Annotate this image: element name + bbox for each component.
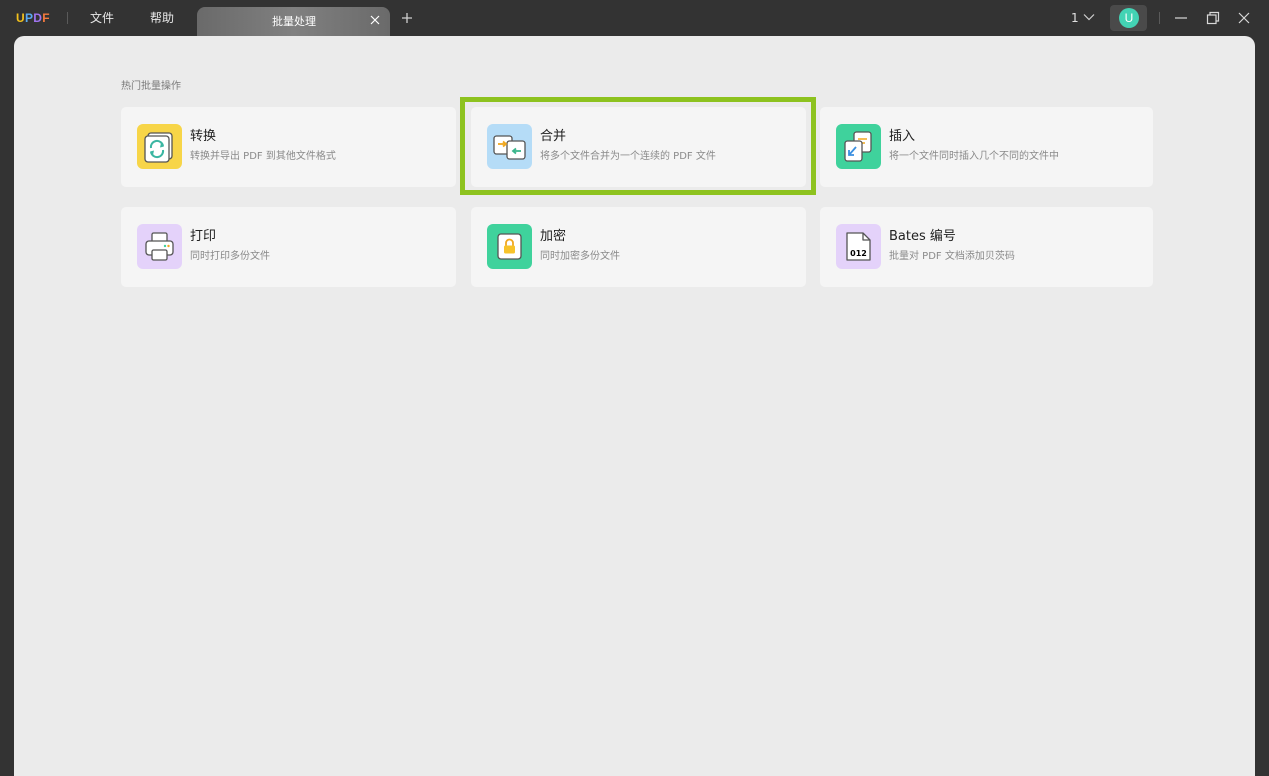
batch-content: 热门批量操作 转换 转换并导出 PDF 到其他文件格式 合并 将多个文件合并为一…: [14, 36, 1255, 776]
divider: [1159, 12, 1160, 24]
insert-icon: [836, 124, 881, 169]
bates-number-icon: 012: [836, 224, 881, 269]
account-button[interactable]: U: [1110, 5, 1147, 31]
card-description: 批量对 PDF 文档添加贝茨码: [889, 251, 1015, 262]
card-convert[interactable]: 转换 转换并导出 PDF 到其他文件格式: [121, 107, 456, 187]
plus-icon[interactable]: [400, 11, 414, 25]
card-title: 转换: [190, 129, 217, 144]
print-icon: [137, 224, 182, 269]
card-insert[interactable]: 插入 将一个文件同时插入几个不同的文件中: [820, 107, 1153, 187]
card-title: 插入: [889, 129, 916, 144]
card-bates-number[interactable]: 012 Bates 编号 批量对 PDF 文档添加贝茨码: [820, 207, 1153, 287]
section-title: 热门批量操作: [121, 81, 181, 92]
card-title: 打印: [190, 229, 217, 244]
app-logo[interactable]: UPDF: [16, 10, 50, 26]
card-title: 加密: [540, 229, 567, 244]
merge-icon: [487, 124, 532, 169]
card-description: 转换并导出 PDF 到其他文件格式: [190, 151, 336, 162]
card-encrypt[interactable]: 加密 同时加密多份文件: [471, 207, 806, 287]
chevron-down-icon[interactable]: [1083, 12, 1095, 22]
page-number[interactable]: 1: [1071, 10, 1079, 26]
bates-icon-text: 012: [850, 249, 867, 258]
card-description: 同时打印多份文件: [190, 251, 270, 262]
card-title: Bates 编号: [889, 229, 956, 244]
card-description: 将多个文件合并为一个连续的 PDF 文件: [540, 151, 716, 162]
logo-letter: F: [42, 11, 50, 25]
minimize-icon[interactable]: [1173, 10, 1189, 26]
menu-help[interactable]: 帮助: [150, 10, 174, 26]
card-description: 将一个文件同时插入几个不同的文件中: [889, 151, 1059, 162]
lock-icon: [487, 224, 532, 269]
menu-file[interactable]: 文件: [90, 10, 114, 26]
title-bar: UPDF 文件 帮助 批量处理 1 U: [0, 0, 1269, 36]
card-title: 合并: [540, 129, 567, 144]
card-print[interactable]: 打印 同时打印多份文件: [121, 207, 456, 287]
avatar: U: [1119, 8, 1139, 28]
card-merge[interactable]: 合并 将多个文件合并为一个连续的 PDF 文件: [471, 107, 806, 187]
close-icon[interactable]: [368, 13, 382, 27]
divider: [67, 12, 68, 24]
close-window-icon[interactable]: [1236, 10, 1252, 26]
tab-batch[interactable]: 批量处理: [197, 7, 390, 36]
card-description: 同时加密多份文件: [540, 251, 620, 262]
logo-letter: P: [24, 11, 34, 25]
tab-label: 批量处理: [272, 15, 316, 28]
restore-icon[interactable]: [1205, 10, 1221, 26]
logo-letter: U: [16, 11, 25, 25]
logo-letter: D: [33, 11, 43, 25]
convert-icon: [137, 124, 182, 169]
